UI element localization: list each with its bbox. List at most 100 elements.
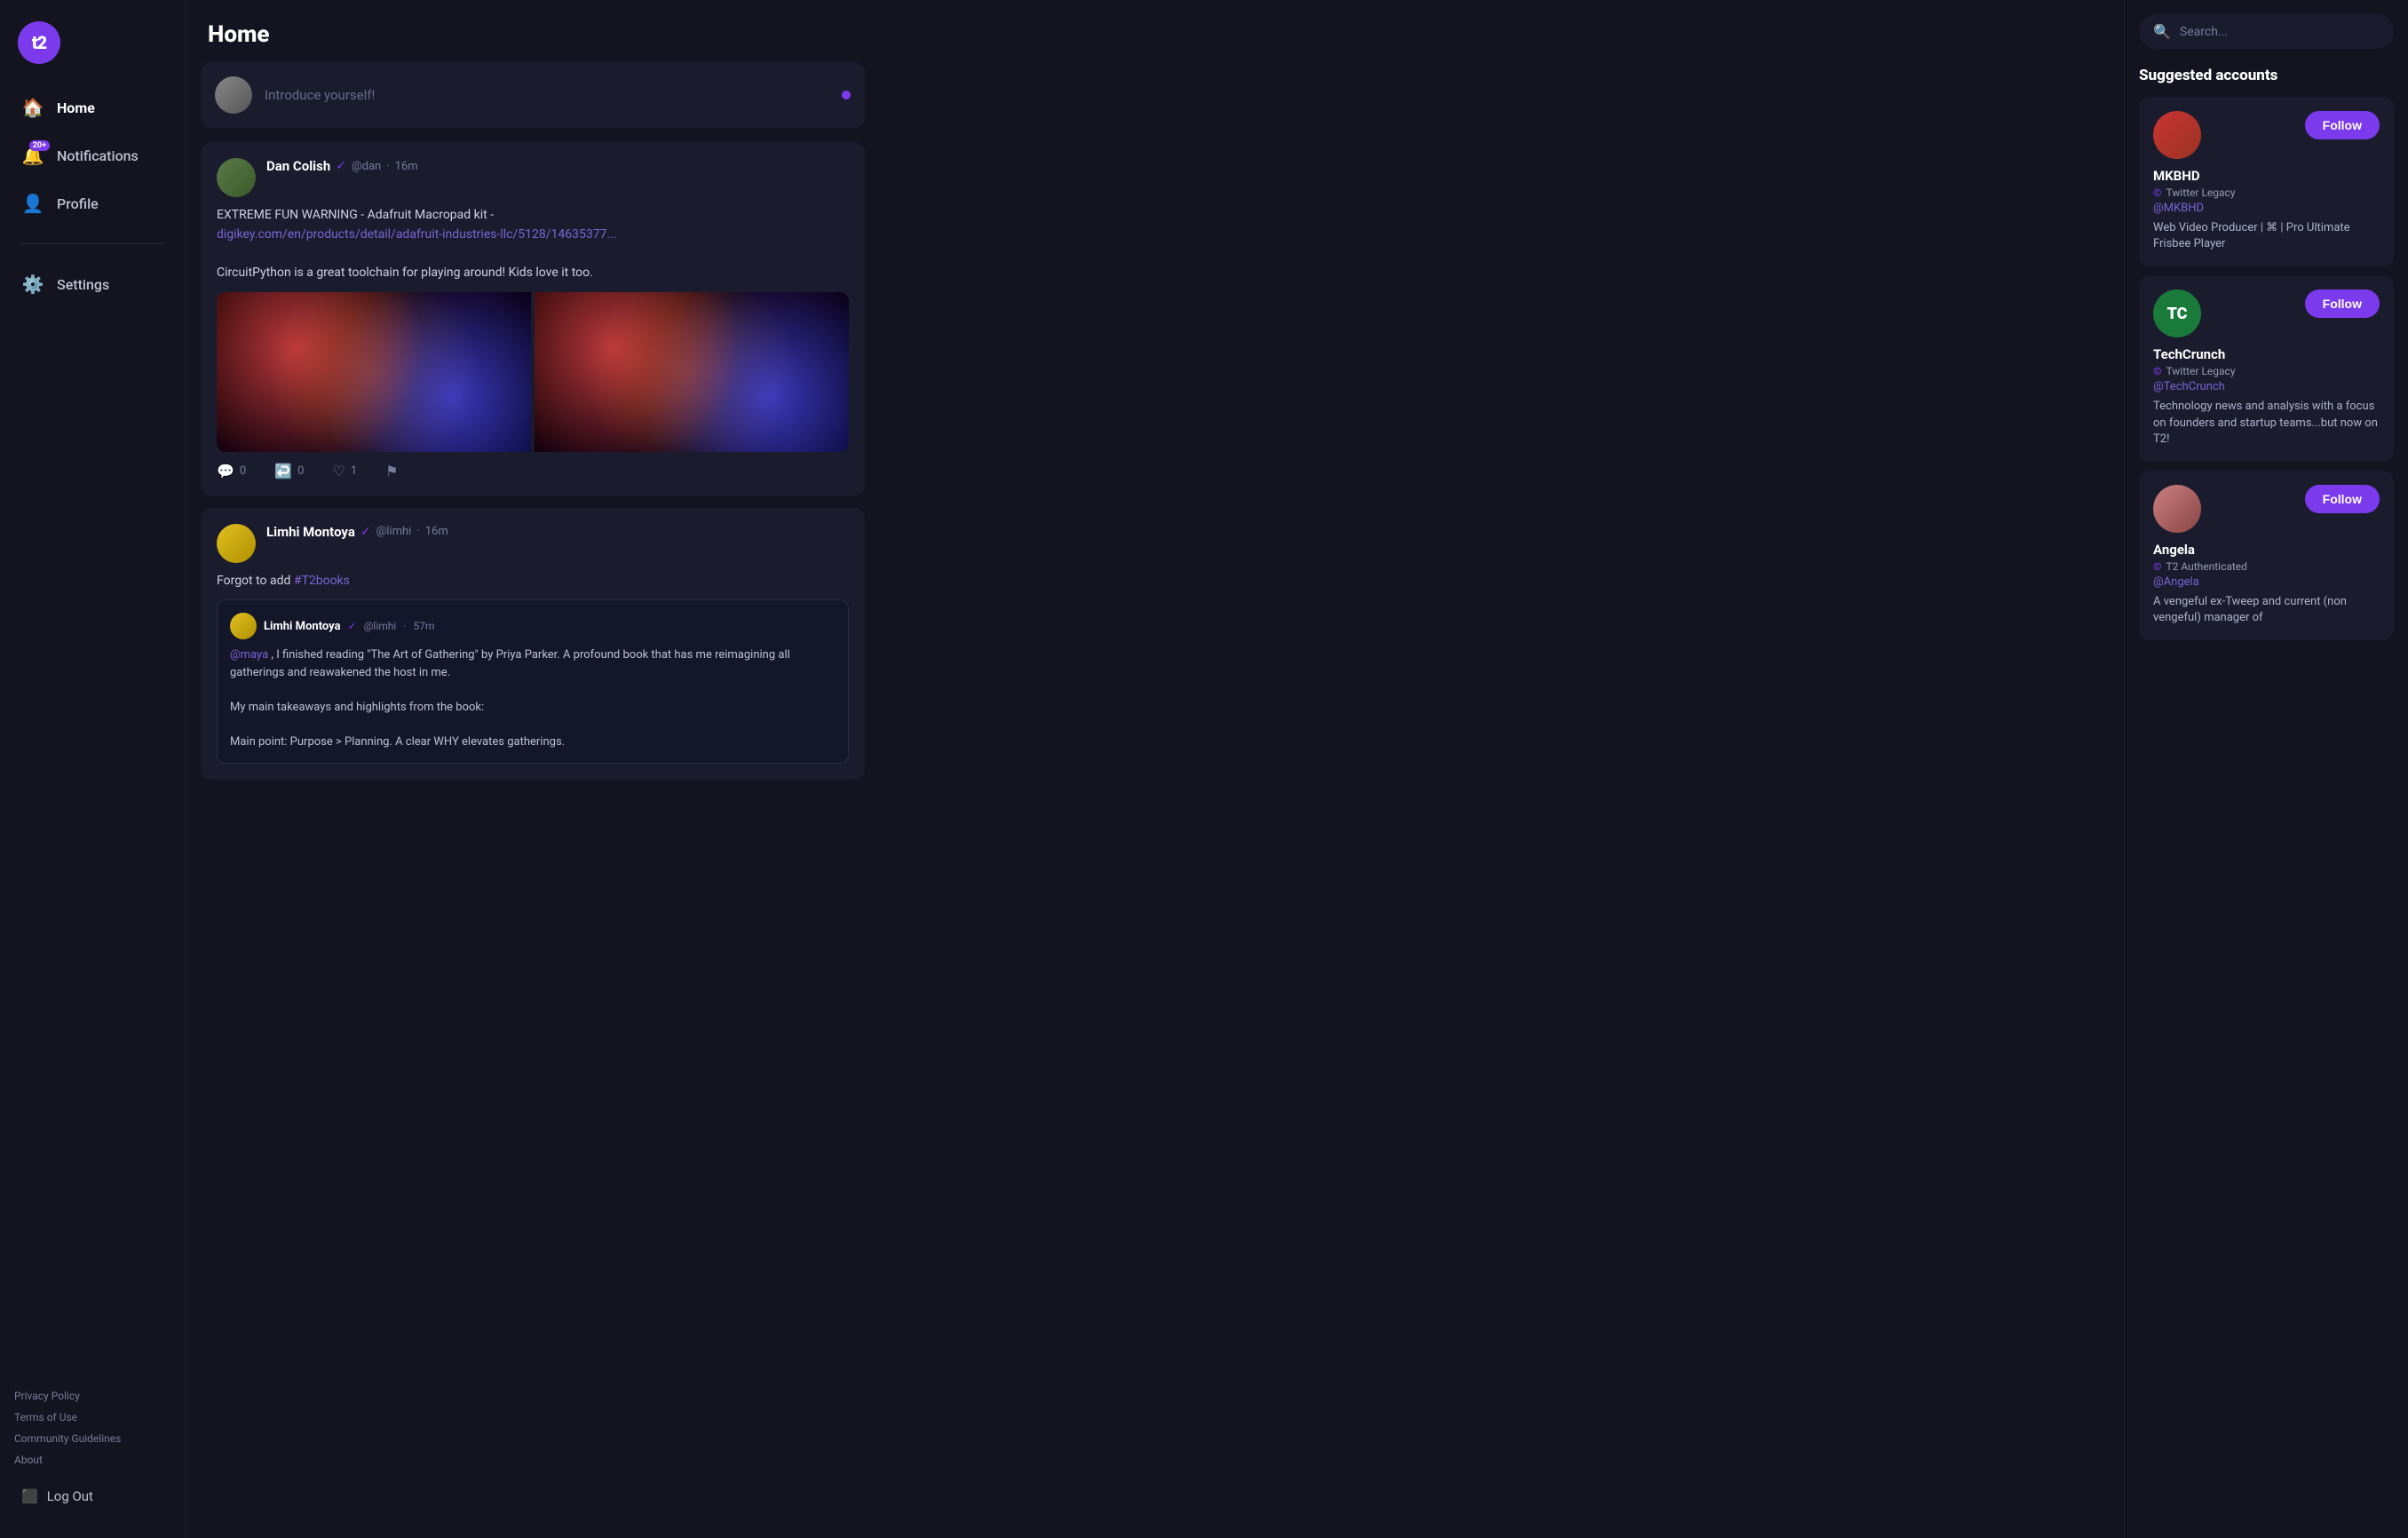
terms-link[interactable]: Terms of Use [11, 1408, 175, 1426]
profile-icon: 👤 [21, 192, 44, 215]
suggested-handle[interactable]: @Angela [2153, 575, 2380, 589]
nested-content: @maya , I finished reading "The Art of G… [230, 646, 836, 750]
reshare-count: 0 [297, 464, 304, 478]
follow-button-mkbhd[interactable]: Follow [2305, 111, 2380, 139]
page-title: Home [186, 0, 879, 62]
badge-text: Twitter Legacy [2166, 365, 2235, 377]
sidebar-footer: Privacy Policy Terms of Use Community Gu… [0, 1376, 186, 1524]
post-images [217, 292, 849, 452]
search-placeholder: Search... [2180, 25, 2228, 39]
nested-text3: Main point: Purpose > Planning. A clear … [230, 735, 565, 749]
post-meta: Dan Colish ✓ @dan · 16m [266, 158, 849, 174]
compose-avatar [215, 76, 252, 114]
nested-text1: , I finished reading "The Art of Gatheri… [230, 648, 790, 679]
nested-verified-icon: ✓ [348, 620, 357, 632]
nested-handle: @limhi [364, 620, 397, 632]
logout-label: Log Out [47, 1488, 93, 1504]
post-time: · [386, 160, 389, 173]
hashtag[interactable]: #T2books [294, 574, 350, 588]
sidebar-item-notifications[interactable]: 🔔 20+ Notifications [11, 133, 175, 178]
comment-action[interactable]: 💬 0 [217, 463, 246, 480]
main-feed: Home Introduce yourself! Dan Colish ✓ @d… [186, 0, 879, 1538]
post-content: Forgot to add #T2books [217, 572, 849, 591]
logo-icon[interactable]: t2 [18, 21, 60, 64]
follow-button-techcrunch[interactable]: Follow [2305, 289, 2380, 318]
suggested-name: TechCrunch [2153, 346, 2380, 362]
sidebar-settings-label: Settings [57, 276, 109, 293]
nested-author-row: Limhi Montoya ✓ @limhi · 57m [230, 613, 836, 639]
suggested-card-angela: Follow Angela © T2 Authenticated @Angela… [2139, 471, 2394, 640]
avatar-tc: TC [2153, 289, 2201, 337]
avatar [217, 158, 256, 197]
privacy-policy-link[interactable]: Privacy Policy [11, 1387, 175, 1405]
sidebar-nav: 🏠 Home 🔔 20+ Notifications 👤 Profile ⚙️ … [0, 85, 186, 1376]
post-limhi: Limhi Montoya ✓ @limhi · 16m Forgot to a… [201, 508, 865, 781]
nested-time-value: 57m [413, 620, 434, 632]
nested-name: Limhi Montoya [264, 620, 341, 633]
bookmark-icon: ⚑ [385, 463, 398, 480]
suggested-handle[interactable]: @MKBHD [2153, 202, 2380, 215]
post-meta: Limhi Montoya ✓ @limhi · 16m [266, 524, 849, 540]
like-count: 1 [351, 464, 357, 478]
suggested-top: Follow [2153, 485, 2380, 533]
nested-mention[interactable]: @maya [230, 648, 268, 662]
badge-text: Twitter Legacy [2166, 186, 2235, 199]
image-visual [217, 292, 531, 452]
badge-icon: © [2153, 365, 2161, 377]
search-icon: 🔍 [2153, 23, 2171, 40]
suggested-bio: A vengeful ex-Tweep and current (non ven… [2153, 594, 2380, 626]
logo: t2 [0, 14, 186, 85]
sidebar-item-profile[interactable]: 👤 Profile [11, 181, 175, 226]
avatar [217, 524, 256, 563]
suggested-bio: Technology news and analysis with a focu… [2153, 399, 2380, 448]
sidebar-item-settings[interactable]: ⚙️ Settings [11, 262, 175, 306]
author-name: Limhi Montoya [266, 524, 355, 540]
search-box[interactable]: 🔍 Search... [2139, 14, 2394, 49]
badge-row: © T2 Authenticated [2153, 560, 2380, 573]
sidebar-home-label: Home [57, 99, 95, 116]
author-row: Dan Colish ✓ @dan · 16m [266, 158, 849, 174]
follow-button-angela[interactable]: Follow [2305, 485, 2380, 513]
sidebar: t2 🏠 Home 🔔 20+ Notifications 👤 Profile … [0, 0, 186, 1538]
post-handle: @dan [352, 160, 381, 173]
compose-placeholder[interactable]: Introduce yourself! [265, 87, 829, 103]
author-row: Limhi Montoya ✓ @limhi · 16m [266, 524, 849, 540]
verified-icon: ✓ [336, 159, 346, 173]
avatar-mkbhd [2153, 111, 2201, 159]
sidebar-item-home[interactable]: 🏠 Home [11, 85, 175, 130]
badge-row: © Twitter Legacy [2153, 186, 2380, 199]
bookmark-action[interactable]: ⚑ [385, 463, 398, 480]
post-image-left [217, 292, 531, 452]
settings-icon: ⚙️ [21, 273, 44, 296]
post-time-value: 16m [425, 525, 448, 538]
post-time: · [416, 525, 419, 538]
notification-badge: 20+ [29, 140, 50, 151]
reshare-icon: ↩️ [274, 463, 292, 480]
guidelines-link[interactable]: Community Guidelines [11, 1430, 175, 1447]
post-header: Limhi Montoya ✓ @limhi · 16m [217, 524, 849, 563]
post-content: EXTREME FUN WARNING - Adafruit Macropad … [217, 206, 849, 283]
post-dan: Dan Colish ✓ @dan · 16m EXTREME FUN WARN… [201, 142, 865, 495]
suggested-name: Angela [2153, 542, 2380, 558]
badge-text: T2 Authenticated [2166, 560, 2247, 573]
nested-avatar [230, 613, 257, 639]
suggested-bio: Web Video Producer | ⌘ | Pro Ultimate Fr… [2153, 220, 2380, 252]
logout-button[interactable]: ⬛ Log Out [11, 1479, 175, 1513]
sidebar-profile-label: Profile [57, 195, 99, 212]
home-icon: 🏠 [21, 96, 44, 119]
reshare-action[interactable]: ↩️ 0 [274, 463, 304, 480]
nested-text2: My main takeaways and highlights from th… [230, 701, 484, 714]
comment-count: 0 [240, 464, 246, 478]
nested-time: · [403, 620, 406, 632]
like-action[interactable]: ♡ 1 [332, 463, 357, 480]
post-time-value: 16m [395, 160, 418, 173]
about-link[interactable]: About [11, 1451, 175, 1469]
suggested-card-mkbhd: Follow MKBHD © Twitter Legacy @MKBHD Web… [2139, 97, 2394, 266]
compose-box[interactable]: Introduce yourself! [201, 62, 865, 128]
post-handle: @limhi [376, 525, 412, 538]
post-text-line2: CircuitPython is a great toolchain for p… [217, 266, 593, 280]
author-name: Dan Colish [266, 158, 330, 174]
post-link[interactable]: digikey.com/en/products/detail/adafruit-… [217, 227, 617, 242]
suggested-handle[interactable]: @TechCrunch [2153, 380, 2380, 393]
avatar-angela [2153, 485, 2201, 533]
